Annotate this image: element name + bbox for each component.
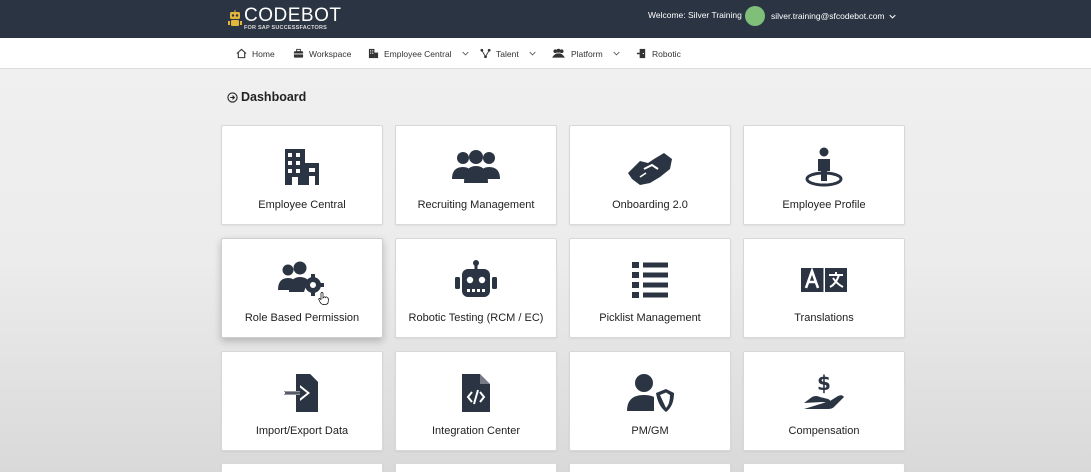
card-recruiting-management[interactable]: Recruiting Management bbox=[395, 125, 557, 225]
card-label: PM/GM bbox=[631, 425, 669, 437]
building-icon bbox=[285, 149, 319, 185]
nav-label-platform: Platform bbox=[571, 48, 603, 59]
card-employee-profile[interactable]: Employee Profile bbox=[743, 125, 905, 225]
robot-logo-icon bbox=[228, 10, 242, 26]
card-onboarding[interactable]: Onboarding 2.0 bbox=[569, 125, 731, 225]
nav-label-talent: Talent bbox=[496, 48, 519, 59]
card-picklist-management[interactable]: Picklist Management bbox=[569, 238, 731, 338]
person-location-icon bbox=[805, 147, 843, 187]
user-menu[interactable]: silver.training@sfcodebot.com bbox=[771, 11, 896, 21]
card-label: Role Based Permission bbox=[244, 312, 360, 324]
people-group-icon bbox=[452, 150, 500, 183]
nav-item-home[interactable]: Home bbox=[236, 38, 275, 69]
card-partial[interactable] bbox=[743, 463, 905, 472]
chevron-down-icon bbox=[613, 51, 620, 56]
card-label: Integration Center bbox=[431, 425, 521, 437]
language-icon bbox=[801, 267, 847, 292]
home-icon bbox=[236, 48, 247, 59]
card-label: Picklist Management bbox=[599, 312, 701, 324]
codebot-logo[interactable]: CODEBOT FOR SAP SUCCESSFACTORS bbox=[228, 6, 341, 32]
card-import-export-data[interactable]: Import/Export Data bbox=[221, 351, 383, 451]
card-label: Employee Central bbox=[258, 199, 346, 211]
nav-label-workspace: Workspace bbox=[309, 48, 352, 59]
card-label: Robotic Testing (RCM / EC) bbox=[408, 312, 544, 324]
welcome-text: Welcome: Silver Training bbox=[648, 10, 742, 20]
nav-item-employee-central[interactable]: Employee Central bbox=[368, 38, 469, 69]
card-label: Employee Profile bbox=[782, 199, 866, 211]
building-icon bbox=[368, 48, 379, 59]
robot-icon bbox=[455, 260, 497, 297]
hand-cursor-icon bbox=[318, 292, 329, 305]
page-title-text: Dashboard bbox=[241, 90, 307, 104]
card-partial[interactable] bbox=[569, 463, 731, 472]
list-icon bbox=[632, 262, 668, 298]
chevron-down-icon bbox=[461, 51, 469, 56]
card-label: Compensation bbox=[788, 425, 860, 437]
nav-label-employee-central: Employee Central bbox=[384, 48, 452, 59]
chevron-down-icon bbox=[888, 14, 896, 19]
hand-dollar-icon: $ bbox=[804, 373, 844, 409]
users-icon bbox=[552, 48, 565, 58]
main-nav: Home Workspace Employee Central Talent P… bbox=[0, 38, 1091, 69]
user-shield-icon bbox=[627, 374, 674, 412]
card-pm-gm[interactable]: PM/GM bbox=[569, 351, 731, 451]
page-title: Dashboard bbox=[227, 90, 306, 104]
user-email: silver.training@sfcodebot.com bbox=[771, 11, 885, 21]
svg-text:$: $ bbox=[817, 373, 831, 395]
card-compensation[interactable]: $ Compensation bbox=[743, 351, 905, 451]
card-label: Onboarding 2.0 bbox=[612, 199, 688, 211]
nav-item-workspace[interactable]: Workspace bbox=[293, 38, 351, 69]
nav-item-robotic[interactable]: Robotic bbox=[636, 38, 681, 69]
arrow-circle-right-icon bbox=[227, 91, 238, 103]
top-bar: CODEBOT FOR SAP SUCCESSFACTORS Welcome: … bbox=[0, 0, 1091, 38]
avatar[interactable] bbox=[745, 6, 765, 26]
nav-label-robotic: Robotic bbox=[652, 48, 681, 59]
nav-label-home: Home bbox=[252, 48, 275, 59]
card-robotic-testing[interactable]: Robotic Testing (RCM / EC) bbox=[395, 238, 557, 338]
card-role-based-permission[interactable]: Role Based Permission bbox=[221, 238, 383, 338]
nav-item-talent[interactable]: Talent bbox=[480, 38, 536, 69]
logo-title: CODEBOT bbox=[244, 5, 342, 27]
card-integration-center[interactable]: Integration Center bbox=[395, 351, 557, 451]
card-translations[interactable]: Translations bbox=[743, 238, 905, 338]
nav-item-platform[interactable]: Platform bbox=[551, 38, 620, 69]
handshake-icon bbox=[628, 153, 672, 185]
card-partial[interactable] bbox=[221, 463, 383, 472]
briefcase-icon bbox=[293, 48, 304, 58]
file-import-icon bbox=[284, 374, 318, 412]
card-label: Translations bbox=[794, 312, 854, 324]
door-icon bbox=[636, 48, 646, 59]
card-label: Import/Export Data bbox=[255, 425, 349, 437]
chevron-down-icon bbox=[529, 51, 536, 56]
file-code-icon bbox=[462, 374, 490, 412]
card-label: Recruiting Management bbox=[417, 199, 535, 211]
card-partial[interactable] bbox=[395, 463, 557, 472]
network-icon bbox=[480, 48, 491, 59]
logo-subtitle: FOR SAP SUCCESSFACTORS bbox=[244, 25, 328, 32]
card-employee-central[interactable]: Employee Central bbox=[221, 125, 383, 225]
